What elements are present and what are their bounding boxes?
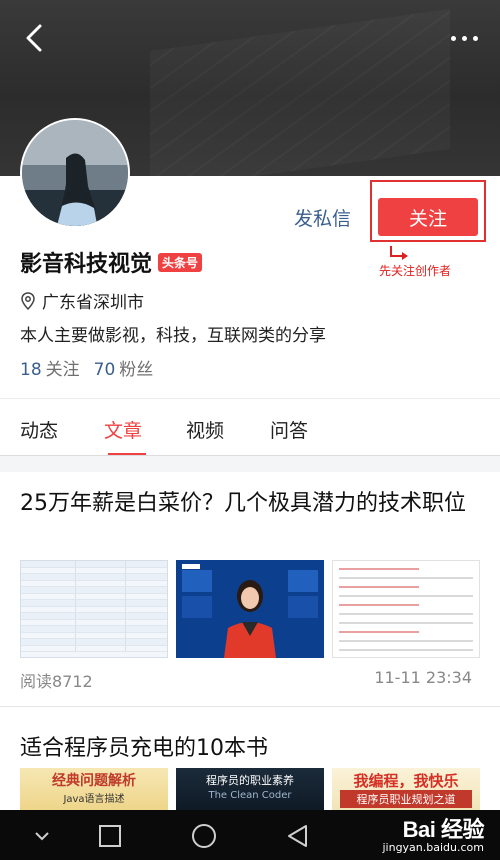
account-badge: 头条号	[158, 252, 203, 272]
article-thumbnails[interactable]	[20, 560, 480, 658]
baidu-jingyan-watermark: Bai 经验 jingyan.baidu.com	[382, 812, 484, 854]
more-options-button[interactable]	[444, 28, 478, 48]
avatar[interactable]	[20, 118, 130, 228]
followers-count: 70	[93, 360, 116, 380]
read-count: 阅读8712	[20, 672, 93, 691]
nav-collapse-button[interactable]	[28, 822, 56, 850]
thumbnail-news-anchor-image	[176, 560, 324, 658]
content-tabs: 动态 文章 视频 问答	[0, 410, 500, 456]
annotation-text: 先关注创作者	[379, 264, 452, 278]
avatar-image	[22, 120, 128, 226]
following-label: 关注	[45, 360, 80, 380]
book-subtitle: 程序员职业规划之道	[340, 790, 472, 808]
tab-qa[interactable]: 问答	[270, 416, 308, 443]
back-button[interactable]	[18, 20, 52, 56]
location-row: 广东省深圳市	[20, 288, 144, 313]
profile-bio: 本人主要做影视，科技，互联网类的分享	[20, 326, 326, 346]
book-subtitle: The Clean Coder	[208, 790, 292, 801]
send-message-link[interactable]: 发私信	[294, 204, 351, 231]
profile-stats: 18 关注 70 粉丝	[20, 355, 153, 380]
article-thumbnails[interactable]: 经典问题解析 Java语言描述 程序员的职业素养 The Clean Coder…	[20, 768, 480, 810]
section-gap	[0, 456, 500, 472]
nav-home-button[interactable]	[190, 822, 218, 850]
article-title[interactable]: 适合程序员充电的10本书	[20, 730, 268, 762]
followers-label: 粉丝	[119, 360, 154, 380]
location-text: 广东省深圳市	[42, 293, 144, 313]
chevron-down-icon	[35, 832, 49, 841]
book-cover-image: 经典问题解析 Java语言描述	[20, 768, 168, 810]
location-pin-icon	[21, 291, 35, 310]
tab-dynamics[interactable]: 动态	[20, 416, 58, 443]
cover-texture	[150, 8, 450, 176]
tab-videos[interactable]: 视频	[186, 416, 224, 443]
watermark-logo-text: Bai 经验	[402, 817, 485, 842]
news-anchor-illustration	[176, 560, 324, 658]
back-arrow-icon	[26, 24, 42, 52]
more-dots-icon	[451, 35, 456, 41]
book-title: 程序员的职业素养	[206, 774, 294, 787]
divider	[0, 398, 500, 399]
thumbnail-list-image	[332, 560, 480, 658]
article-title[interactable]: 25万年薪是白菜价？几个极具潜力的技术职位	[20, 488, 485, 520]
book-title: 经典问题解析	[52, 773, 136, 789]
profile-name: 影音科技视觉	[20, 252, 153, 277]
circle-icon	[192, 824, 216, 848]
thumbnail-table-image	[20, 560, 168, 658]
watermark-url: jingyan.baidu.com	[382, 841, 484, 854]
divider	[0, 706, 500, 707]
profile-name-row: 影音科技视觉 头条号	[20, 246, 203, 278]
book-title: 我编程，我快乐	[353, 772, 459, 790]
article-meta: 阅读8712 11-11 23:34	[20, 668, 472, 692]
follow-button[interactable]: 关注	[378, 198, 478, 236]
square-icon	[99, 825, 121, 847]
book-cover-image: 我编程，我快乐 程序员职业规划之道	[332, 768, 480, 810]
tab-articles[interactable]: 文章	[104, 416, 142, 443]
book-cover-image: 程序员的职业素养 The Clean Coder	[176, 768, 324, 810]
triangle-back-icon	[288, 825, 307, 847]
nav-recents-button[interactable]	[96, 822, 124, 850]
publish-time: 11-11 23:34	[374, 668, 472, 687]
following-count: 18	[20, 360, 42, 380]
following-stat[interactable]: 18 关注	[20, 355, 80, 380]
nav-back-button[interactable]	[284, 822, 312, 850]
book-subtitle: Java语言描述	[63, 794, 125, 805]
followers-stat[interactable]: 70 粉丝	[94, 355, 154, 380]
